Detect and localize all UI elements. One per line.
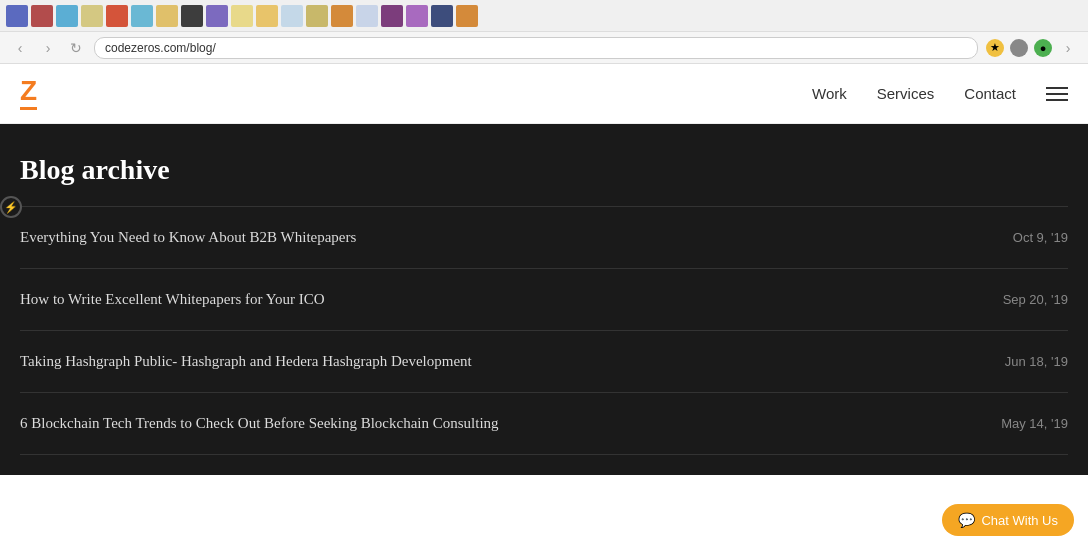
color-swatch xyxy=(206,5,228,27)
color-swatch xyxy=(131,5,153,27)
address-bar[interactable]: codezeros.com/blog/ xyxy=(94,37,978,59)
nav-services[interactable]: Services xyxy=(877,85,935,102)
blog-item-title: How to Write Excellent Whitepapers for Y… xyxy=(20,291,325,308)
blog-item-date: Oct 9, '19 xyxy=(1013,230,1068,245)
site-nav: Work Services Contact xyxy=(812,85,1068,102)
color-swatch xyxy=(106,5,128,27)
chat-label: Chat With Us xyxy=(981,513,1058,528)
color-swatch xyxy=(81,5,103,27)
extension-icon-2[interactable]: ● xyxy=(1034,39,1052,57)
more-button[interactable]: › xyxy=(1058,38,1078,58)
refresh-button[interactable]: ↻ xyxy=(66,38,86,58)
color-swatch xyxy=(331,5,353,27)
site-header: Z Work Services Contact xyxy=(0,64,1088,124)
hamburger-menu[interactable] xyxy=(1046,87,1068,101)
color-swatch xyxy=(156,5,178,27)
page-title: Blog archive xyxy=(20,154,1068,186)
color-swatch xyxy=(356,5,378,27)
chat-icon: 💬 xyxy=(958,512,975,528)
color-swatch xyxy=(381,5,403,27)
browser-bar: ‹ › ↻ codezeros.com/blog/ ★ ● › xyxy=(0,32,1088,64)
color-swatch xyxy=(281,5,303,27)
blog-list-item[interactable]: Everything You Need to Know About B2B Wh… xyxy=(20,206,1068,269)
color-swatch xyxy=(31,5,53,27)
color-swatch xyxy=(431,5,453,27)
blog-item-date: Sep 20, '19 xyxy=(1003,292,1068,307)
extension-icon-1[interactable] xyxy=(1010,39,1028,57)
color-swatch xyxy=(256,5,278,27)
logo[interactable]: Z xyxy=(20,77,37,110)
blog-item-date: Jun 18, '19 xyxy=(1005,354,1068,369)
chat-button[interactable]: 💬 Chat With Us xyxy=(942,504,1074,536)
color-swatch xyxy=(406,5,428,27)
color-swatch xyxy=(56,5,78,27)
color-swatch xyxy=(6,5,28,27)
blog-item-title: Everything You Need to Know About B2B Wh… xyxy=(20,229,356,246)
color-swatch xyxy=(306,5,328,27)
color-swatch xyxy=(456,5,478,27)
blog-list: Everything You Need to Know About B2B Wh… xyxy=(20,206,1068,455)
main-content: Blog archive ⚡ Everything You Need to Kn… xyxy=(0,124,1088,475)
color-swatch xyxy=(181,5,203,27)
blog-list-item[interactable]: How to Write Excellent Whitepapers for Y… xyxy=(20,269,1068,331)
browser-actions: ★ ● › xyxy=(986,38,1078,58)
blog-item-title: 6 Blockchain Tech Trends to Check Out Be… xyxy=(20,415,499,432)
nav-work[interactable]: Work xyxy=(812,85,847,102)
blog-list-item[interactable]: Taking Hashgraph Public- Hashgraph and H… xyxy=(20,331,1068,393)
lightning-badge: ⚡ xyxy=(0,196,22,218)
color-swatch xyxy=(231,5,253,27)
blog-list-item[interactable]: 6 Blockchain Tech Trends to Check Out Be… xyxy=(20,393,1068,455)
color-bar xyxy=(0,0,1088,32)
back-button[interactable]: ‹ xyxy=(10,38,30,58)
forward-button[interactable]: › xyxy=(38,38,58,58)
star-icon[interactable]: ★ xyxy=(986,39,1004,57)
nav-contact[interactable]: Contact xyxy=(964,85,1016,102)
blog-item-date: May 14, '19 xyxy=(1001,416,1068,431)
blog-item-title: Taking Hashgraph Public- Hashgraph and H… xyxy=(20,353,472,370)
url-text: codezeros.com/blog/ xyxy=(105,41,216,55)
